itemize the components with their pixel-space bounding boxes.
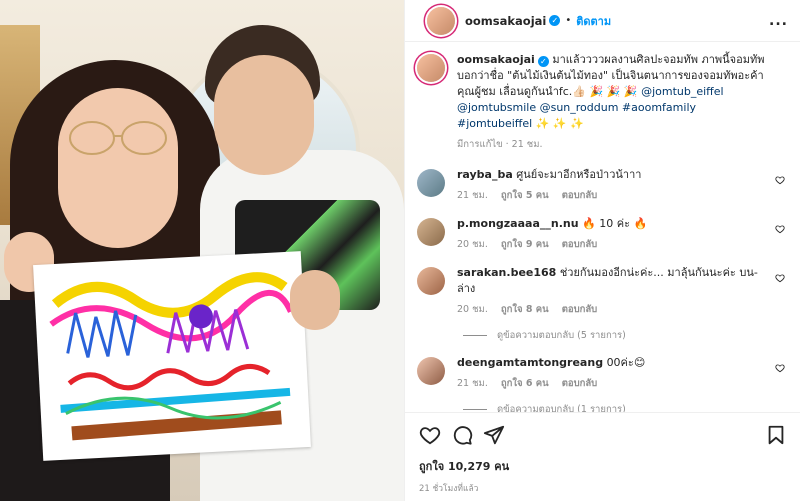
view-replies-button[interactable]: ดูข้อความตอบกลับ (1 รายการ) [463,402,789,412]
heart-icon[interactable] [775,224,785,234]
reply-button[interactable]: ตอบกลับ [562,239,598,250]
comment-item: deengamtamtongreang 00ค่ะ😊 21 ชม. ถูกใจ … [417,355,789,392]
comment-time: 21 ชม. [457,190,488,201]
comment-likes[interactable]: ถูกใจ 9 คน [501,239,549,250]
post-actions: ถูกใจ 10,279 คน 21 ชั่วโมงที่แล้ว [405,412,800,501]
more-options-icon[interactable]: ... [769,13,788,29]
comment-item: rayba_ba ศูนย์จะมาอีกหรือป่าวน้าาา 21 ชม… [417,167,789,204]
comment-body: rayba_ba ศูนย์จะมาอีกหรือป่าวน้าาา 21 ชม… [457,167,789,204]
caption: oomsakaojai ✓ มาแล้ววววผลงานศิลปะจอมทัพ ภ… [417,52,789,153]
comment-likes[interactable]: ถูกใจ 5 คน [501,190,549,201]
post-header: oomsakaojai ✓ • ติดตาม ... [405,0,800,42]
caption-avatar[interactable] [417,54,445,82]
commenter-username[interactable]: deengamtamtongreang [457,356,603,369]
comment-meta: 20 ชม. ถูกใจ 9 คน ตอบกลับ [457,237,769,253]
comment-time: 20 ชม. [457,239,488,250]
commenter-avatar[interactable] [417,169,445,197]
share-icon[interactable] [483,424,505,446]
view-replies-button[interactable]: ดูข้อความตอบกลับ (5 รายการ) [463,328,789,343]
reply-button[interactable]: ตอบกลับ [562,304,598,315]
boy-face [214,55,314,175]
author-avatar[interactable] [427,6,455,35]
post-panel: oomsakaojai ✓ • ติดตาม ... oomsakaojai ✓ … [404,0,800,501]
caption-username[interactable]: oomsakaojai [457,53,535,66]
comment-item: p.mongzaaaa__n.nu 🔥 10 ค่ะ 🔥 20 ชม. ถูกใ… [417,216,789,253]
child-drawing [33,251,311,461]
heart-icon[interactable] [775,175,785,185]
view-replies-label[interactable]: ดูข้อความตอบกลับ (5 รายการ) [497,328,626,343]
comment-body: p.mongzaaaa__n.nu 🔥 10 ค่ะ 🔥 20 ชม. ถูกใ… [457,216,789,253]
glasses-icon [69,121,167,155]
comment-text: ศูนย์จะมาอีกหรือป่าวน้าาา [516,168,642,181]
comment-time: 20 ชม. [457,304,488,315]
comment-body: deengamtamtongreang 00ค่ะ😊 21 ชม. ถูกใจ … [457,355,789,392]
comment-time: 21 ชม. [457,378,488,389]
heart-icon[interactable] [775,363,785,373]
replies-divider [463,409,487,410]
author-username[interactable]: oomsakaojai [465,14,546,28]
commenter-avatar[interactable] [417,357,445,385]
comments-list[interactable]: oomsakaojai ✓ มาแล้ววววผลงานศิลปะจอมทัพ ภ… [405,42,800,412]
reply-button[interactable]: ตอบกลับ [562,190,598,201]
bookmark-icon[interactable] [765,424,787,446]
comment-likes[interactable]: ถูกใจ 8 คน [501,304,549,315]
verified-badge-icon: ✓ [537,56,549,67]
comment-icon[interactable] [451,424,473,446]
commenter-username[interactable]: sarakan.bee168 [457,266,556,279]
action-icons [419,423,787,447]
commenter-avatar[interactable] [417,218,445,246]
woman-face [58,88,178,248]
drawing-scribbles [49,272,294,441]
comment-body: sarakan.bee168 ช่วยกันมองอีกน่ะค่ะ... มา… [457,265,789,318]
caption-meta: มีการแก้ไข · 21 ชม. [457,139,543,150]
comment-item: sarakan.bee168 ช่วยกันมองอีกน่ะค่ะ... มา… [417,265,789,318]
comment-meta: 21 ชม. ถูกใจ 5 คน ตอบกลับ [457,188,769,204]
heart-icon[interactable] [775,273,785,283]
follow-button[interactable]: ติดตาม [576,12,611,30]
view-replies-label[interactable]: ดูข้อความตอบกลับ (1 รายการ) [497,402,626,412]
commenter-username[interactable]: rayba_ba [457,168,513,181]
comment-text: 🔥 10 ค่ะ 🔥 [582,217,648,230]
separator-dot: • [565,15,572,26]
comment-meta: 20 ชม. ถูกใจ 8 คน ตอบกลับ [457,302,769,318]
verified-badge-icon: ✓ [549,15,561,26]
commenter-avatar[interactable] [417,267,445,295]
comment-text: 00ค่ะ😊 [606,356,646,369]
post-timestamp[interactable]: 21 ชั่วโมงที่แล้ว [419,481,787,495]
post-image[interactable] [0,0,404,501]
likes-count[interactable]: ถูกใจ 10,279 คน [419,457,787,475]
reply-button[interactable]: ตอบกลับ [562,378,598,389]
caption-body: oomsakaojai ✓ มาแล้ววววผลงานศิลปะจอมทัพ ภ… [457,52,789,153]
comment-meta: 21 ชม. ถูกใจ 6 คน ตอบกลับ [457,376,769,392]
heart-icon[interactable] [419,424,441,446]
comment-likes[interactable]: ถูกใจ 6 คน [501,378,549,389]
right-hand [290,270,340,330]
commenter-username[interactable]: p.mongzaaaa__n.nu [457,217,579,230]
replies-divider [463,335,487,336]
